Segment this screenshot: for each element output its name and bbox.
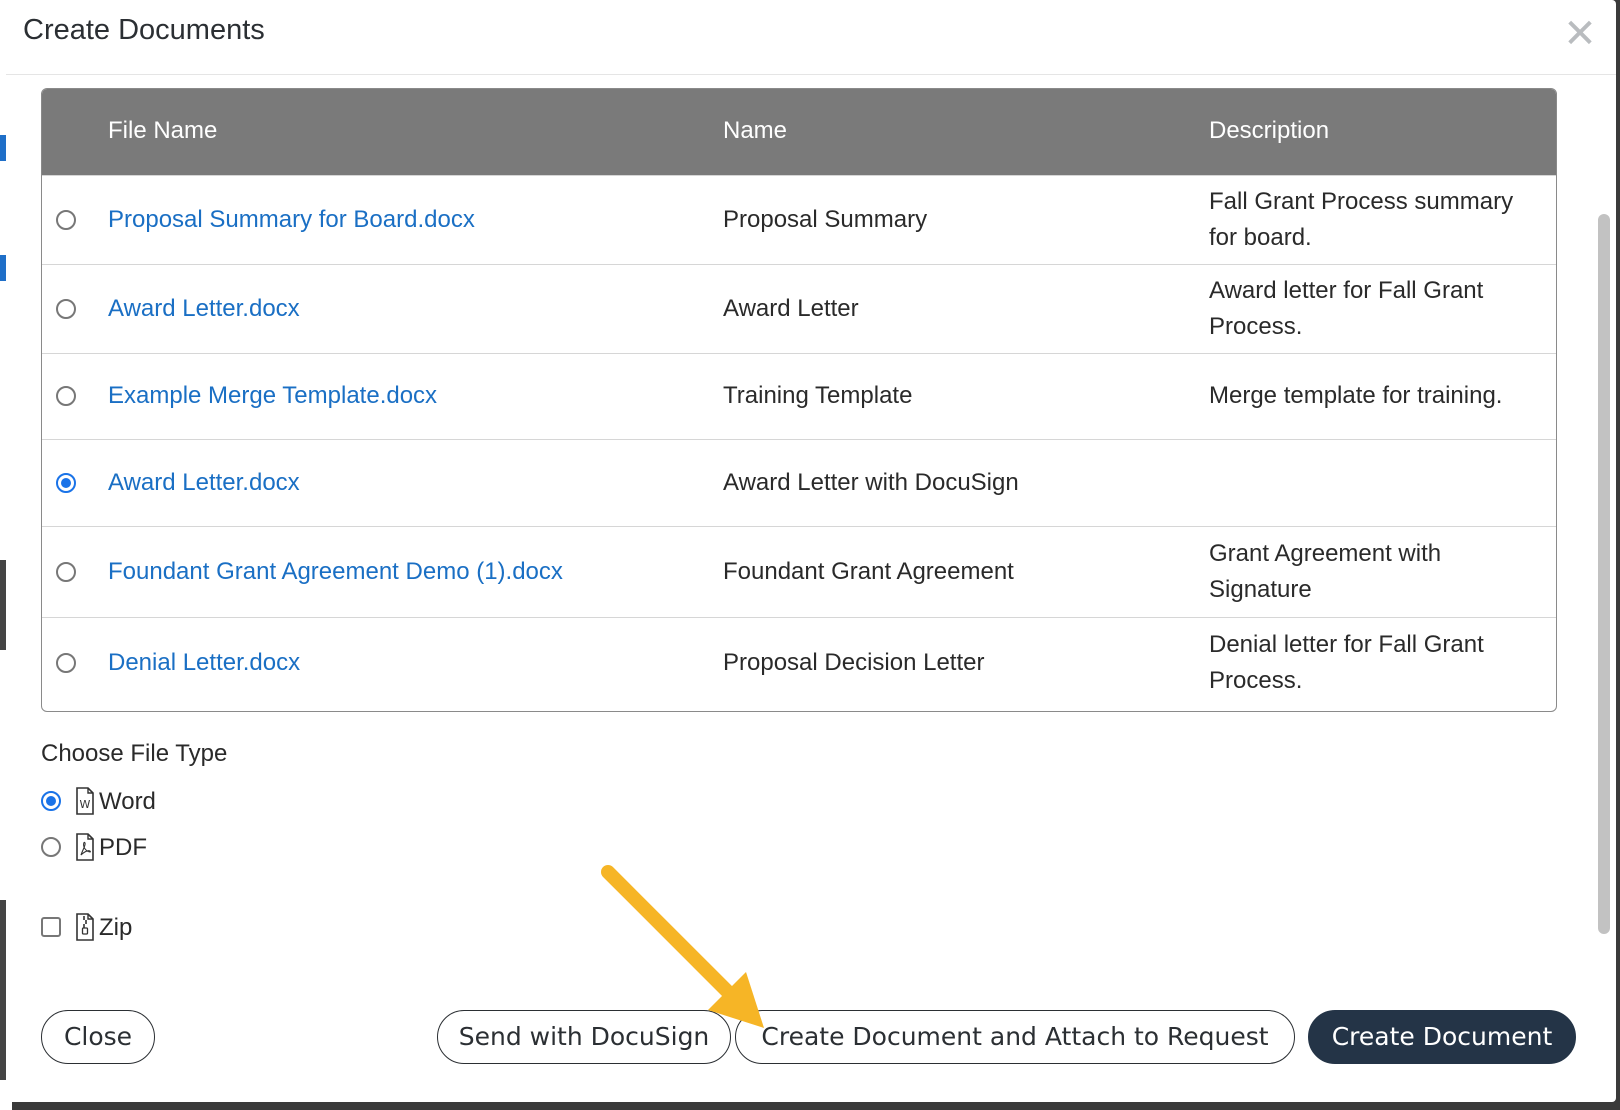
zip-option[interactable]: Zip	[41, 912, 201, 944]
table-row[interactable]: Denial Letter.docx Proposal Decision Let…	[42, 617, 1556, 708]
file-type-option-word[interactable]: W Word	[41, 786, 201, 818]
zip-label: Zip	[99, 914, 133, 941]
table-row[interactable]: Award Letter.docx Award Letter with Docu…	[42, 439, 1556, 526]
zip-checkbox[interactable]	[41, 917, 61, 937]
close-x-icon[interactable]: ✕	[1560, 10, 1600, 58]
table-row[interactable]: Example Merge Template.docx Training Tem…	[42, 353, 1556, 439]
document-name: Foundant Grant Agreement	[723, 558, 1014, 585]
table-header: File Name Name Description	[42, 89, 1556, 175]
row-select-radio[interactable]	[56, 210, 76, 230]
document-description: Merge template for training.	[1209, 382, 1503, 409]
document-description: Grant Agreement with Signature	[1209, 540, 1442, 603]
row-select-radio[interactable]	[56, 653, 76, 673]
create-documents-modal: Create Documents ✕ File Name Name Descri…	[6, 0, 1616, 1102]
documents-table: File Name Name Description Proposal Summ…	[41, 88, 1557, 712]
close-button[interactable]: Close	[41, 1010, 155, 1064]
table-row[interactable]: Proposal Summary for Board.docx Proposal…	[42, 175, 1556, 264]
modal-scrollbar[interactable]	[1592, 74, 1616, 974]
document-name: Training Template	[723, 382, 913, 409]
choose-file-type-label: Choose File Type	[41, 740, 228, 767]
file-name-link[interactable]: Proposal Summary for Board.docx	[108, 202, 475, 238]
word-radio[interactable]	[41, 791, 61, 811]
table-row[interactable]: Foundant Grant Agreement Demo (1).docx F…	[42, 526, 1556, 617]
document-description: Award letter for Fall Grant Process.	[1209, 277, 1484, 340]
word-label: Word	[99, 788, 156, 815]
document-description: Denial letter for Fall Grant Process.	[1209, 631, 1484, 694]
row-select-radio[interactable]	[56, 562, 76, 582]
document-name: Award Letter	[723, 295, 859, 322]
document-name: Award Letter with DocuSign	[723, 469, 1019, 496]
file-name-link[interactable]: Example Merge Template.docx	[108, 378, 437, 414]
send-with-docusign-button[interactable]: Send with DocuSign	[437, 1010, 731, 1064]
svg-text:W: W	[80, 798, 91, 811]
document-description: Fall Grant Process summary for board.	[1209, 188, 1514, 251]
scrollbar-thumb[interactable]	[1598, 214, 1610, 934]
modal-title: Create Documents	[23, 14, 265, 46]
table-row[interactable]: Award Letter.docx Award Letter Award let…	[42, 264, 1556, 353]
row-select-radio[interactable]	[56, 473, 76, 493]
row-select-radio[interactable]	[56, 299, 76, 319]
document-name: Proposal Decision Letter	[723, 649, 985, 676]
file-name-link[interactable]: Denial Letter.docx	[108, 645, 300, 681]
modal-header: Create Documents ✕	[6, 0, 1616, 75]
file-name-link[interactable]: Foundant Grant Agreement Demo (1).docx	[108, 554, 563, 590]
word-file-icon: W	[76, 787, 94, 815]
row-select-radio[interactable]	[56, 386, 76, 406]
pdf-radio[interactable]	[41, 837, 61, 857]
create-document-button[interactable]: Create Document	[1308, 1010, 1576, 1064]
file-type-option-pdf[interactable]: PDF	[41, 832, 201, 864]
zip-file-icon	[76, 913, 94, 941]
create-document-and-attach-button[interactable]: Create Document and Attach to Request	[735, 1010, 1295, 1064]
pdf-file-icon	[76, 833, 94, 861]
pdf-label: PDF	[99, 834, 147, 861]
column-header-description: Description	[1209, 117, 1330, 144]
document-name: Proposal Summary	[723, 206, 928, 233]
file-name-link[interactable]: Award Letter.docx	[108, 291, 300, 327]
column-header-name: Name	[723, 117, 788, 144]
file-name-link[interactable]: Award Letter.docx	[108, 465, 300, 501]
column-header-file-name: File Name	[108, 117, 218, 144]
